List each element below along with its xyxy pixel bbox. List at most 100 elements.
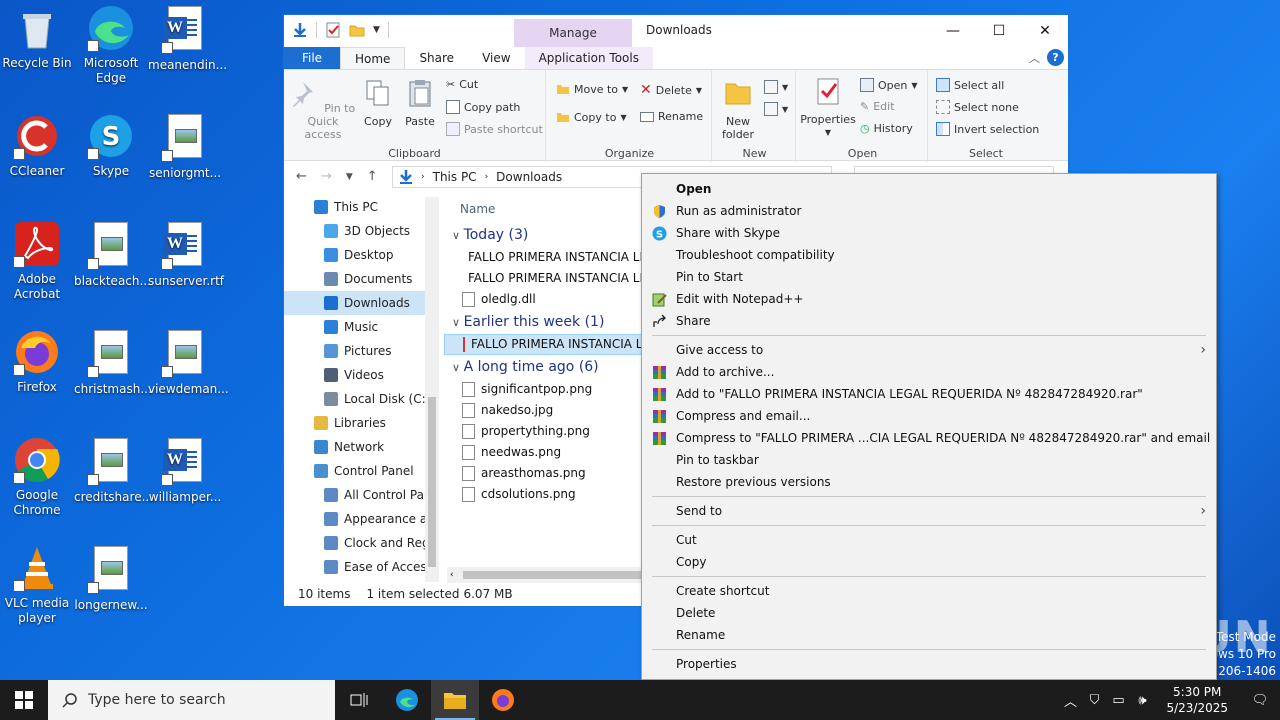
start-button[interactable] <box>0 680 48 720</box>
delete-button[interactable]: ✕ Delete ▼ <box>640 82 702 98</box>
desktop-icon-word[interactable]: Wsunserver.rtf <box>148 220 224 289</box>
nav-item-clock-and-regi[interactable]: Clock and Regi <box>284 531 439 555</box>
menu-item-run-as-administrator[interactable]: Run as administrator <box>642 200 1216 222</box>
menu-item-rename[interactable]: Rename <box>642 624 1216 646</box>
history-button[interactable]: ◷ History <box>860 122 913 135</box>
file-row[interactable]: oledlg.dll <box>444 289 644 310</box>
menu-item-create-shortcut[interactable]: Create shortcut <box>642 580 1216 602</box>
file-row[interactable]: areasthomas.png <box>444 463 644 484</box>
rename-button[interactable]: Rename <box>640 110 703 123</box>
taskbar-search-box[interactable]: Type here to search <box>48 680 335 720</box>
select-none-button[interactable]: Select none <box>936 100 1019 114</box>
desktop-icon-word[interactable]: Wwilliamper... <box>148 436 222 505</box>
tab-file[interactable]: File <box>284 47 340 69</box>
security-icon[interactable]: ⛉ <box>1082 693 1106 708</box>
nav-item-this-pc[interactable]: This PC <box>284 195 439 219</box>
desktop-icon-acrobat[interactable]: Adobe Acrobat <box>0 220 74 302</box>
nav-item-3d-objects[interactable]: 3D Objects <box>284 219 439 243</box>
volume-icon[interactable]: 🕪 <box>1130 693 1154 708</box>
nav-item-local-disk-c-[interactable]: Local Disk (C:) <box>284 387 439 411</box>
file-row[interactable]: needwas.png <box>444 442 644 463</box>
properties-button[interactable]: Properties ▼ <box>800 76 856 139</box>
menu-item-add-to-fallo-primera-instancia-legal-req[interactable]: Add to "FALLO PRIMERA INSTANCIA LEGAL RE… <box>642 383 1216 405</box>
breadcrumb-this-pc[interactable]: This PC <box>433 170 477 184</box>
menu-item-add-to-archive[interactable]: Add to archive... <box>642 361 1216 383</box>
paste-shortcut-button[interactable]: Paste shortcut <box>446 122 543 136</box>
nav-item-videos[interactable]: Videos <box>284 363 439 387</box>
desktop-icon-skype[interactable]: S Skype <box>74 112 148 179</box>
show-hidden-icons-icon[interactable]: ︿ <box>1058 691 1082 710</box>
help-icon[interactable]: ? <box>1047 49 1064 66</box>
file-row[interactable]: propertything.png <box>444 421 644 442</box>
column-header-name[interactable]: Name <box>444 195 644 223</box>
file-row[interactable]: cdsolutions.png <box>444 484 644 505</box>
tab-home[interactable]: Home <box>340 47 406 69</box>
menu-item-share[interactable]: Share <box>642 310 1216 332</box>
desktop-icon-doc[interactable]: viewdeman... <box>148 328 229 397</box>
back-arrow-icon[interactable]: ← <box>296 169 307 185</box>
desktop-icon-vlc[interactable]: VLC media player <box>0 544 74 626</box>
desktop-icon-edge[interactable]: Microsoft Edge <box>74 4 148 86</box>
menu-item-share-with-skype[interactable]: S Share with Skype <box>642 222 1216 244</box>
menu-item-troubleshoot-compatibility[interactable]: Troubleshoot compatibility <box>642 244 1216 266</box>
minimize-button[interactable]: — <box>930 15 976 47</box>
nav-item-documents[interactable]: Documents <box>284 267 439 291</box>
recent-locations-icon[interactable]: ▼ <box>346 169 353 185</box>
title-bar[interactable]: ▼ Manage Downloads — ☐ ✕ <box>284 15 1068 47</box>
file-group-header[interactable]: ∨ Today (3) <box>444 223 644 247</box>
invert-selection-button[interactable]: Invert selection <box>936 122 1039 136</box>
nav-item-desktop[interactable]: Desktop <box>284 243 439 267</box>
desktop-icon-recycle[interactable]: Recycle Bin <box>0 4 74 71</box>
pin-quick-access-button[interactable]: Pin to Quick access <box>288 78 358 141</box>
desktop-icon-firefox[interactable]: Firefox <box>0 328 74 395</box>
desktop-icon-doc[interactable]: seniorgmt... <box>148 112 222 181</box>
edit-button[interactable]: ✎ Edit <box>860 100 895 113</box>
nav-item-libraries[interactable]: Libraries <box>284 411 439 435</box>
copy-path-button[interactable]: Copy path <box>446 100 520 114</box>
menu-item-properties[interactable]: Properties <box>642 653 1216 675</box>
nav-item-pictures[interactable]: Pictures <box>284 339 439 363</box>
up-arrow-icon[interactable]: ↑ <box>367 169 378 185</box>
breadcrumb-downloads[interactable]: Downloads <box>496 170 562 184</box>
menu-item-compress-and-email[interactable]: Compress and email... <box>642 405 1216 427</box>
taskbar-file-explorer[interactable] <box>431 680 479 720</box>
task-view-button[interactable] <box>335 680 383 720</box>
nav-item-control-panel[interactable]: Control Panel <box>284 459 439 483</box>
copy-to-button[interactable]: Copy to ▼ <box>556 110 627 124</box>
notifications-icon[interactable]: 🗨 <box>1240 693 1280 708</box>
desktop-icon-doc[interactable]: christmash... <box>74 328 152 397</box>
menu-item-pin-to-start[interactable]: Pin to Start <box>642 266 1216 288</box>
easy-access-button[interactable]: ▼ <box>764 102 788 116</box>
taskbar-firefox[interactable] <box>479 680 527 720</box>
nav-item-appearance-an[interactable]: Appearance an <box>284 507 439 531</box>
new-item-button[interactable]: ▼ <box>764 80 788 94</box>
menu-item-delete[interactable]: Delete <box>642 602 1216 624</box>
nav-scrollbar-thumb[interactable] <box>428 397 436 567</box>
menu-item-compress-to-fallo-primera-cia-legal-requ[interactable]: Compress to "FALLO PRIMERA ...CIA LEGAL … <box>642 427 1216 449</box>
nav-item-all-control-par[interactable]: All Control Par <box>284 483 439 507</box>
clock[interactable]: 5:30 PM 5/23/2025 <box>1154 684 1240 716</box>
desktop-icon-doc[interactable]: longernew... <box>74 544 148 613</box>
copy-button[interactable]: Copy <box>358 78 398 128</box>
hscrollbar-thumb[interactable] <box>463 571 642 579</box>
taskbar-edge[interactable] <box>383 680 431 720</box>
nav-item-downloads[interactable]: Downloads <box>284 291 439 315</box>
tab-view[interactable]: View <box>468 47 524 69</box>
desktop-icon-doc[interactable]: blackteach... <box>74 220 151 289</box>
desktop-icon-ccleaner[interactable]: CCleaner <box>0 112 74 179</box>
forward-arrow-icon[interactable]: → <box>321 169 332 185</box>
file-row[interactable]: nakedso.jpg <box>444 400 644 421</box>
file-row[interactable]: FALLO PRIMERA INSTANCIA LE <box>444 334 644 355</box>
menu-item-copy[interactable]: Copy <box>642 551 1216 573</box>
file-row[interactable]: FALLO PRIMERA INSTANCIA LE <box>444 247 644 268</box>
cut-button[interactable]: ✂ Cut <box>446 78 478 91</box>
nav-scrollbar[interactable] <box>425 197 439 582</box>
tab-share[interactable]: Share <box>405 47 468 69</box>
menu-item-restore-previous-versions[interactable]: Restore previous versions <box>642 471 1216 493</box>
menu-item-send-to[interactable]: Send to › <box>642 500 1216 522</box>
qat-dropdown-icon[interactable]: ▼ <box>373 25 380 35</box>
file-row[interactable]: significantpop.png <box>444 379 644 400</box>
close-button[interactable]: ✕ <box>1022 15 1068 47</box>
file-group-header[interactable]: ∨ A long time ago (6) <box>444 355 644 379</box>
file-hscrollbar[interactable]: ‹ <box>447 567 642 583</box>
